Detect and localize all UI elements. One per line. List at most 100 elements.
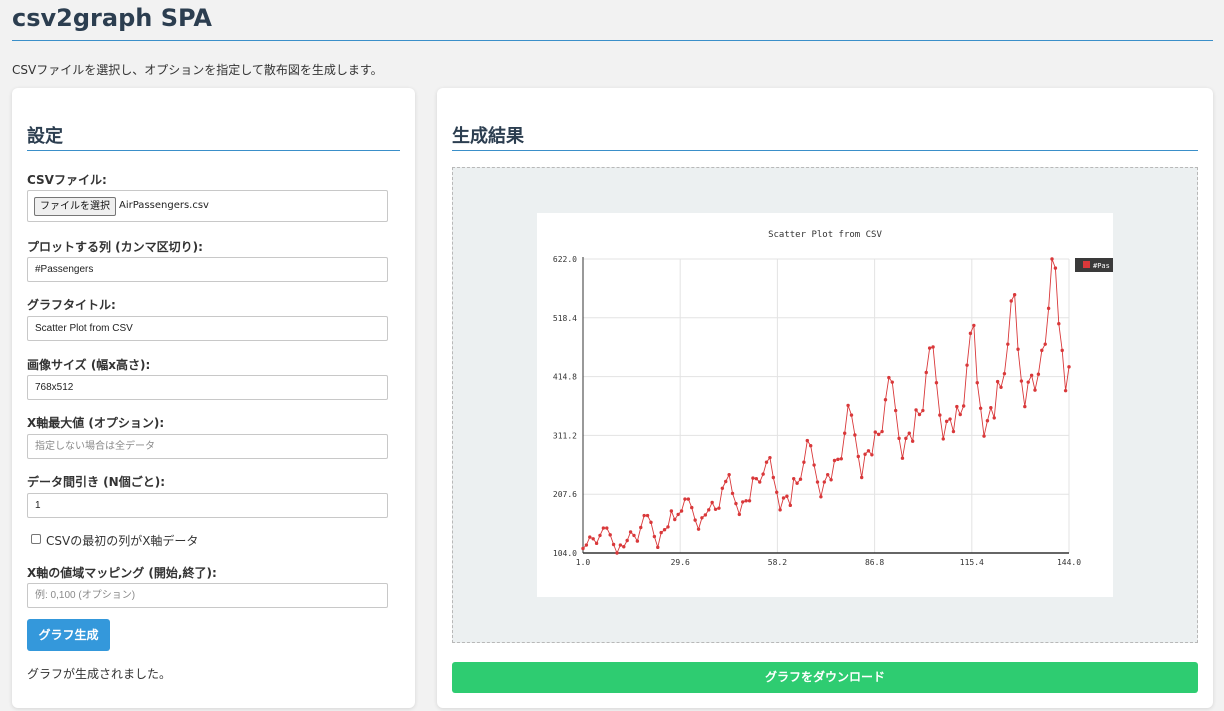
- data-point: [737, 512, 742, 517]
- data-point: [1009, 299, 1013, 303]
- data-point: [921, 408, 925, 413]
- generate-graph-button[interactable]: グラフ生成: [27, 619, 110, 651]
- data-point: [914, 408, 918, 412]
- data-point: [645, 513, 650, 518]
- data-point: [1046, 306, 1051, 311]
- data-point: [601, 526, 606, 530]
- data-point: [951, 429, 956, 434]
- data-point: [775, 490, 779, 494]
- data-point: [768, 455, 772, 460]
- data-point: [1050, 257, 1054, 261]
- legend-label: #Pas: [1093, 262, 1110, 270]
- data-point: [700, 516, 704, 520]
- data-point: [961, 404, 966, 408]
- csv-file-label: CSVファイル:: [27, 173, 107, 187]
- data-point: [866, 449, 871, 453]
- y-tick-label: 311.2: [553, 431, 577, 440]
- data-point: [955, 404, 959, 409]
- data-point: [649, 520, 653, 525]
- data-point: [958, 412, 962, 417]
- data-point: [758, 480, 762, 484]
- settings-panel: 設定 CSVファイル: ファイルを選択 AirPassengers.csv プロ…: [12, 88, 415, 708]
- data-point: [608, 533, 612, 537]
- y-tick-label: 207.6: [553, 490, 577, 499]
- data-point: [1006, 342, 1010, 346]
- data-point: [839, 457, 843, 461]
- first-column-x-label: CSVの最初の列がX軸データ: [46, 534, 199, 548]
- x-max-input[interactable]: 指定しない場合は全データ: [27, 434, 388, 459]
- data-point: [1040, 348, 1044, 353]
- data-point: [985, 419, 990, 423]
- data-point: [890, 380, 894, 384]
- data-point: [1043, 342, 1047, 346]
- data-point: [747, 499, 752, 503]
- data-point: [999, 385, 1003, 389]
- data-point: [703, 513, 708, 517]
- data-point: [686, 497, 691, 501]
- title-divider: [12, 40, 1213, 41]
- data-point: [826, 472, 830, 477]
- choose-file-button[interactable]: ファイルを選択: [34, 197, 116, 216]
- data-point: [696, 527, 701, 531]
- data-point: [897, 436, 901, 441]
- x-tick-label: 144.0: [1057, 558, 1081, 567]
- data-point: [605, 526, 609, 530]
- y-tick-label: 104.0: [553, 549, 577, 558]
- data-point: [859, 475, 864, 480]
- data-point: [805, 438, 810, 443]
- data-point: [880, 429, 884, 434]
- data-point: [907, 431, 911, 435]
- data-point: [968, 331, 973, 336]
- data-point: [727, 472, 731, 477]
- data-point: [690, 505, 694, 510]
- data-point: [1053, 266, 1058, 270]
- data-point: [656, 545, 660, 550]
- data-point: [792, 476, 796, 481]
- data-point: [611, 542, 616, 547]
- data-point: [744, 499, 748, 503]
- data-point: [754, 476, 759, 481]
- data-point: [978, 406, 983, 410]
- data-point: [635, 539, 640, 543]
- data-point: [639, 525, 643, 530]
- chart-image: Scatter Plot from CSV 1.0 29.6 58.2 86.8 115…: [537, 213, 1113, 597]
- data-point: [904, 436, 908, 441]
- data-point: [910, 439, 915, 443]
- data-point: [809, 444, 813, 448]
- data-point: [1033, 388, 1037, 392]
- columns-input[interactable]: #Passengers: [27, 257, 388, 282]
- data-point: [625, 538, 629, 543]
- x-tick-label: 1.0: [576, 558, 591, 567]
- download-graph-button[interactable]: グラフをダウンロード: [452, 662, 1198, 693]
- data-point: [1019, 379, 1024, 383]
- data-point: [1016, 347, 1020, 351]
- chart-legend: #Pas: [1075, 258, 1113, 272]
- image-size-input[interactable]: 768x512: [27, 375, 388, 400]
- data-point: [676, 512, 680, 517]
- data-point: [584, 543, 589, 547]
- data-point: [751, 476, 755, 480]
- data-point: [798, 477, 803, 481]
- data-point: [849, 413, 854, 417]
- intro-text: CSVファイルを選択し、オプションを指定して散布図を生成します。: [12, 63, 383, 77]
- thinning-input[interactable]: 1: [27, 493, 388, 518]
- data-point: [832, 458, 837, 463]
- data-point: [741, 500, 745, 504]
- settings-heading: 設定: [27, 126, 63, 147]
- data-point: [642, 513, 646, 518]
- data-point: [992, 416, 996, 420]
- data-point: [628, 530, 633, 534]
- data-point: [720, 486, 725, 490]
- result-panel: 生成結果 Scatter Plot from CSV 1.0 29.6 58.2 86…: [437, 88, 1213, 708]
- data-point: [819, 495, 823, 499]
- data-point: [1012, 293, 1017, 297]
- y-tick-label: 518.4: [553, 314, 577, 323]
- csv-file-input[interactable]: ファイルを選択 AirPassengers.csv: [27, 190, 388, 222]
- x-range-mapping-input[interactable]: 例: 0,100 (オプション): [27, 583, 388, 608]
- data-point: [873, 430, 877, 434]
- data-point: [934, 381, 939, 385]
- data-point: [761, 472, 765, 476]
- first-column-x-checkbox[interactable]: [31, 534, 41, 544]
- result-heading-divider: [452, 150, 1198, 151]
- graph-title-input[interactable]: Scatter Plot from CSV: [27, 316, 388, 341]
